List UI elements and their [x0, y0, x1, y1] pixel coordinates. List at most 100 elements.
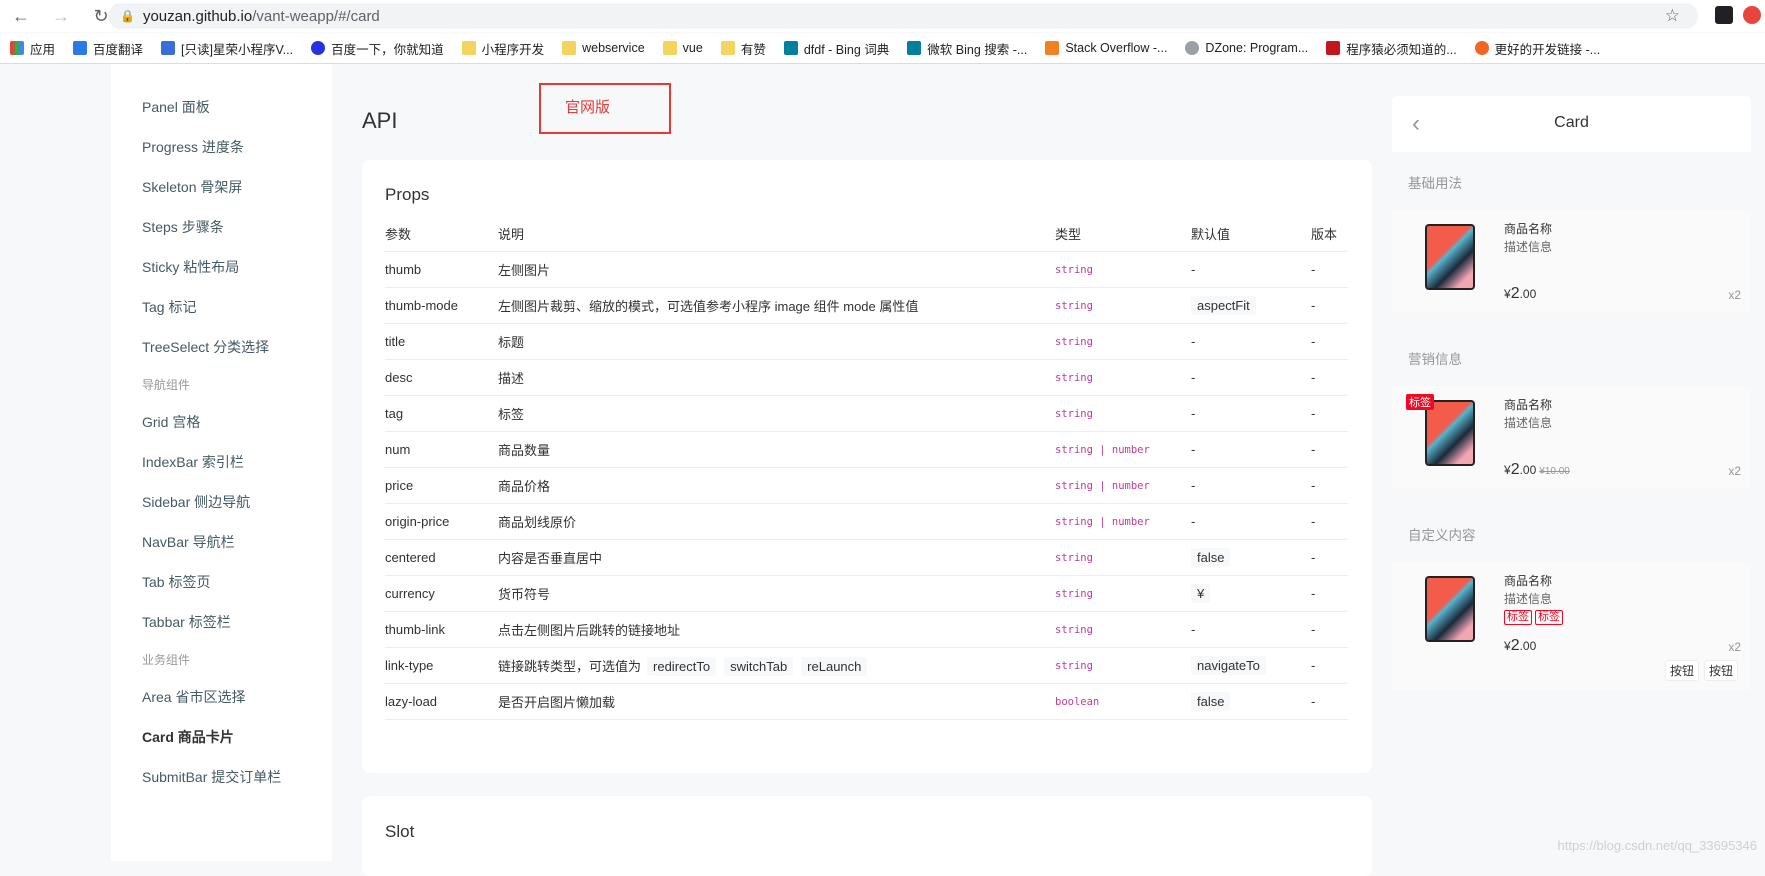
prop-default-value: ¥ — [1191, 584, 1211, 603]
lock-icon: 🔒 — [120, 9, 135, 23]
bookmark-item[interactable]: webservice — [562, 41, 645, 55]
bookmarks-bar: 应用 百度翻译 [只读]星荣小程序V... 百度一下，你就知道 小程序开发 we… — [0, 33, 1765, 64]
prop-default-value: - — [1191, 622, 1196, 637]
bookmark-label: 百度一下，你就知道 — [331, 42, 444, 57]
price-dec: .00 — [1519, 287, 1537, 301]
table-row: link-type 链接跳转类型，可选值为 redirectTo switchTab r… — [385, 647, 1348, 684]
sidebar-item-treeselect[interactable]: TreeSelect 分类选择 — [142, 337, 269, 357]
mobile-preview: ‹ Card 基础用法 商品名称 描述信息 ¥2.00 x2 营销信息 标签 商… — [1392, 96, 1751, 738]
sidebar-item-sidebar[interactable]: Sidebar 侧边导航 — [142, 492, 250, 512]
table-row: num 商品数量 string | number - - — [385, 431, 1348, 468]
prop-default-value: - — [1191, 334, 1196, 349]
prop-default: - — [1191, 467, 1311, 504]
bookmark-item[interactable]: [只读]星荣小程序V... — [161, 39, 293, 58]
bookmark-item[interactable]: 百度翻译 — [73, 39, 143, 58]
bookmark-item[interactable]: 更好的开发链接 -... — [1474, 39, 1601, 58]
sidebar-item-tabbar[interactable]: Tabbar 标签栏 — [142, 612, 231, 632]
sidebar-item-skeleton[interactable]: Skeleton 骨架屏 — [142, 177, 242, 197]
demo-section-title: 营销信息 — [1408, 352, 1462, 367]
prop-desc-text: 货币符号 — [498, 587, 551, 602]
table-row: centered 内容是否垂直居中 string false - — [385, 539, 1348, 576]
extension-icon[interactable] — [1743, 6, 1761, 24]
bookmark-item[interactable]: 百度一下，你就知道 — [311, 39, 444, 58]
sidebar-item-card[interactable]: Card 商品卡片 — [142, 727, 234, 747]
prop-default-value: - — [1191, 478, 1196, 493]
footer-button[interactable]: 按钮 — [1665, 660, 1700, 681]
prop-desc-text: 链接跳转类型，可选值为 — [498, 658, 642, 674]
sidebar-item-progress[interactable]: Progress 进度条 — [142, 137, 244, 157]
address-bar[interactable]: 🔒 youzan.github.io /vant-weapp/#/card ☆ — [108, 3, 1698, 29]
prop-default: ¥ — [1191, 575, 1311, 612]
bookmark-item[interactable]: 程序猿必须知道的... — [1326, 39, 1457, 58]
goods-desc: 描述信息 — [1504, 416, 1553, 430]
sidebar-item-steps[interactable]: Steps 步骤条 — [142, 217, 224, 237]
bookmark-item[interactable]: 应用 — [10, 39, 55, 58]
table-row: origin-price 商品划线原价 string | number - - — [385, 503, 1348, 540]
goods-thumbnail[interactable] — [1425, 576, 1475, 642]
prop-default: navigateTo — [1191, 647, 1311, 684]
bookmark-item[interactable]: dfdf - Bing 词典 — [783, 39, 889, 58]
preview-navbar: ‹ Card — [1392, 96, 1751, 152]
table-row: tag 标签 string - - — [385, 395, 1348, 432]
prop-desc-text: 是否开启图片懒加载 — [498, 695, 616, 710]
goods-title: 商品名称 — [1504, 574, 1553, 588]
origin-price: ¥10.00 — [1539, 466, 1570, 477]
sidebar-group-nav: 导航组件 — [142, 378, 191, 392]
goods-card[interactable]: 商品名称 描述信息 标签 标签 ¥2.00 x2 按钮 按钮 — [1392, 562, 1751, 690]
prop-version: - — [1311, 323, 1348, 360]
bookmark-label: 更好的开发链接 -... — [1494, 42, 1601, 57]
prop-desc-text: 标题 — [498, 335, 525, 350]
prop-version: - — [1311, 359, 1348, 396]
sidebar-item-submitbar[interactable]: SubmitBar 提交订单栏 — [142, 767, 281, 787]
col-header: 类型 — [1055, 216, 1191, 252]
prop-desc: 内容是否垂直居中 — [498, 539, 1055, 576]
prop-desc: 商品价格 — [498, 467, 1055, 504]
table-header-row: 参数 说明 类型 默认值 版本 — [385, 216, 1348, 252]
bookmark-item[interactable]: 有赞 — [720, 39, 766, 58]
bookmark-item[interactable]: vue — [662, 41, 703, 55]
slot-title: Slot — [385, 822, 415, 841]
goods-price: ¥2.00 — [1504, 285, 1536, 303]
goods-num: x2 — [1728, 640, 1741, 654]
layers-icon — [161, 41, 176, 55]
prop-name: desc — [385, 359, 498, 396]
col-header: 默认值 — [1191, 216, 1311, 252]
currency-symbol: ¥ — [1504, 639, 1511, 653]
prop-type: string — [1055, 539, 1191, 576]
extension-icon[interactable] — [1715, 6, 1733, 24]
dzone-icon — [1185, 41, 1200, 55]
goods-card[interactable]: 标签 商品名称 描述信息 ¥2.00 ¥10.00 x2 — [1392, 386, 1751, 489]
prop-version: - — [1311, 539, 1348, 576]
sidebar-item-sticky[interactable]: Sticky 粘性布局 — [142, 257, 239, 277]
prop-type: string — [1055, 575, 1191, 612]
sidebar-item-navbar[interactable]: NavBar 导航栏 — [142, 532, 235, 552]
bookmark-item[interactable]: 小程序开发 — [461, 39, 544, 58]
prop-version: - — [1311, 251, 1348, 288]
goods-thumbnail[interactable] — [1425, 224, 1475, 290]
sidebar-item-panel[interactable]: Panel 面板 — [142, 97, 210, 117]
footer-button[interactable]: 按钮 — [1704, 660, 1739, 681]
prop-desc-text: 左侧图片 — [498, 263, 551, 278]
table-row: thumb-mode 左侧图片裁剪、缩放的模式，可选值参考小程序 image 组件… — [385, 287, 1348, 324]
goods-card[interactable]: 商品名称 描述信息 ¥2.00 x2 — [1392, 210, 1751, 313]
bookmark-item[interactable]: Stack Overflow -... — [1045, 41, 1167, 55]
bookmark-item[interactable]: DZone: Program... — [1185, 41, 1308, 55]
prop-name: thumb — [385, 251, 498, 288]
sidebar-item-area[interactable]: Area 省市区选择 — [142, 687, 245, 707]
prop-type: boolean — [1055, 683, 1191, 720]
sidebar-item-indexbar[interactable]: IndexBar 索引栏 — [142, 452, 244, 472]
sidebar-item-tag[interactable]: Tag 标记 — [142, 297, 196, 317]
bookmark-label: DZone: Program... — [1205, 41, 1309, 55]
sidebar-item-grid[interactable]: Grid 宫格 — [142, 412, 200, 432]
sidebar-item-tab[interactable]: Tab 标签页 — [142, 572, 210, 592]
prop-version: - — [1311, 467, 1348, 504]
bookmark-item[interactable]: 微软 Bing 搜索 -... — [907, 39, 1027, 58]
annotation-label: 官网版 — [565, 99, 611, 116]
bookmark-label: 微软 Bing 搜索 -... — [927, 42, 1028, 57]
url-path: /vant-weapp/#/card — [252, 7, 380, 25]
forward-icon[interactable]: → — [48, 3, 74, 29]
bookmark-star-icon[interactable]: ☆ — [1665, 6, 1680, 26]
baidu-icon — [311, 41, 326, 55]
prop-desc: 货币符号 — [498, 575, 1055, 612]
back-icon[interactable]: ← — [8, 3, 34, 29]
